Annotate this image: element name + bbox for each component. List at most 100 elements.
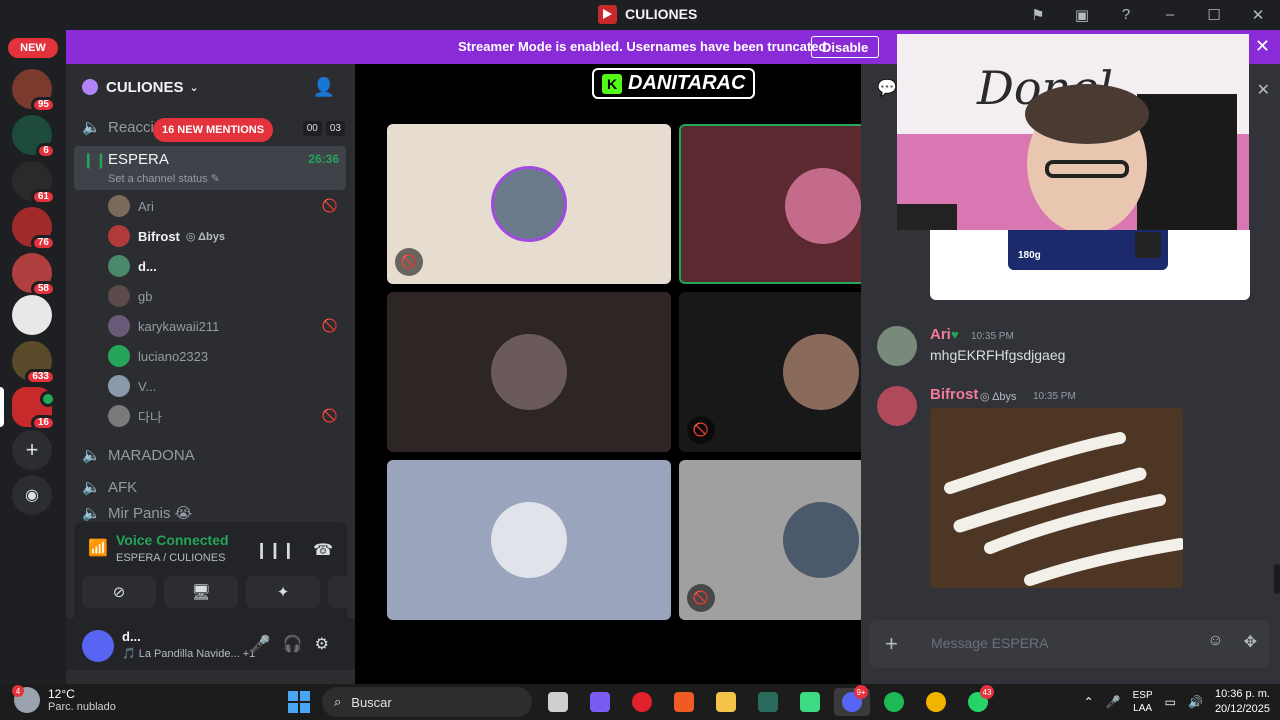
guild-name: CULIONES <box>106 78 184 96</box>
task-view-icon[interactable] <box>540 688 576 716</box>
signal-icon[interactable]: 📶 <box>88 538 108 558</box>
clock[interactable]: 10:36 p. m. 20/12/2025 <box>1215 687 1270 717</box>
noise-suppression-icon[interactable]: ❙❙❙ <box>255 540 295 560</box>
microphone-icon[interactable]: 🎤 <box>1106 695 1121 709</box>
server-icon-3[interactable]: 61 <box>12 161 56 205</box>
headphones-icon[interactable]: 🎧 <box>283 634 303 654</box>
new-badge[interactable]: NEW <box>8 38 58 58</box>
network-icon[interactable]: ▭ <box>1165 695 1176 709</box>
voice-user[interactable]: Ari 🚫 <box>108 193 348 219</box>
message-input[interactable]: Message ESPERA <box>931 635 1049 651</box>
avatar[interactable] <box>877 386 917 426</box>
image-attachment-product[interactable]: 180g <box>930 230 1250 300</box>
voice-user[interactable]: 다나 🚫 <box>108 403 348 429</box>
add-member-icon[interactable]: 👤 <box>313 77 335 98</box>
participant-avatar <box>785 168 861 244</box>
close-chat-icon[interactable]: ✕ <box>1257 80 1270 100</box>
server-icon-7[interactable]: 633 <box>12 341 56 385</box>
streamer-name: DANITARAC <box>628 72 746 94</box>
microphone-icon[interactable]: 🎤 <box>251 634 271 654</box>
participant-avatar <box>783 334 859 410</box>
flag-icon[interactable]: ⚑ <box>1016 0 1060 29</box>
spotify-icon[interactable] <box>876 688 912 716</box>
video-tile[interactable]: 🚫 <box>679 292 861 452</box>
channel-name: ESPERA <box>108 151 169 168</box>
image-attachment[interactable] <box>930 408 1183 588</box>
server-icon-6[interactable] <box>12 295 52 335</box>
avatar[interactable] <box>82 630 114 662</box>
disconnect-icon[interactable]: ☎ <box>313 540 333 560</box>
opera-icon[interactable] <box>624 688 660 716</box>
avatar <box>108 345 130 367</box>
channel-mir-panis[interactable]: 🔈 Mir Panis 😭 <box>74 505 346 521</box>
attach-plus-icon[interactable]: + <box>885 631 898 657</box>
server-icon-1[interactable]: 95 <box>12 69 56 113</box>
weather-widget[interactable]: 4 12°C Parc. nublado <box>12 685 116 713</box>
new-mentions-badge[interactable]: 16 NEW MENTIONS <box>153 118 274 142</box>
m365-icon[interactable] <box>582 688 618 716</box>
screen-share-button[interactable]: 🖥 <box>164 576 238 608</box>
whatsapp-icon[interactable]: 43 <box>960 685 996 716</box>
user-name[interactable]: d... <box>122 629 141 644</box>
server-badge: 61 <box>30 189 56 205</box>
participant-avatar <box>491 502 567 578</box>
voice-status[interactable]: Voice Connected <box>116 532 229 548</box>
avatar[interactable] <box>877 326 917 366</box>
minimize-button[interactable]: – <box>1148 0 1192 29</box>
channel-maradona[interactable]: 🔈 MARADONA <box>74 441 346 469</box>
voice-user[interactable]: V... <box>108 373 348 399</box>
voice-user[interactable]: gb <box>108 283 348 309</box>
message-time: 10:35 PM <box>971 331 1014 342</box>
add-server-button[interactable]: + <box>12 430 52 470</box>
voice-channel-path[interactable]: ESPERA / CULIONES <box>116 552 225 564</box>
windows-start-icon[interactable] <box>288 691 310 713</box>
apps-icon[interactable]: ✥ <box>1244 632 1257 652</box>
voice-user[interactable]: luciano2323 <box>108 343 348 369</box>
brave-icon[interactable] <box>666 688 702 716</box>
channel-status[interactable]: Set a channel status ✎ <box>108 172 220 185</box>
inbox-icon[interactable]: ▣ <box>1060 0 1104 29</box>
video-tile[interactable] <box>387 292 671 452</box>
voice-user[interactable]: karykawaii211 🚫 <box>108 313 348 339</box>
channel-afk[interactable]: 🔈 AFK <box>74 473 346 501</box>
video-tile[interactable] <box>387 460 671 620</box>
file-explorer-icon[interactable] <box>708 688 744 716</box>
discord-icon[interactable]: 9+ <box>834 685 870 716</box>
activities-button[interactable]: ✦ <box>246 576 320 608</box>
video-tile[interactable]: 🚫 <box>679 460 861 620</box>
disable-button[interactable]: Disable <box>811 36 880 58</box>
chevron-up-icon[interactable]: ⌃ <box>1084 695 1094 709</box>
discover-button[interactable]: ◉ <box>12 475 52 515</box>
close-button[interactable]: ✕ <box>1236 0 1280 29</box>
settings-gear-icon[interactable]: ⚙ <box>315 634 329 654</box>
windows-taskbar: 4 12°C Parc. nublado ⌕ Buscar 9+ 43 ⌃ 🎤 … <box>0 684 1280 720</box>
language-indicator[interactable]: ESP LAA <box>1133 689 1153 715</box>
server-icon-5[interactable]: 58 <box>12 253 56 297</box>
server-icon-8[interactable]: 16 <box>12 387 56 431</box>
help-icon[interactable]: ? <box>1104 0 1148 29</box>
camera-toggle-button[interactable]: ⊘ <box>82 576 156 608</box>
weather-condition: Parc. nublado <box>48 701 116 713</box>
banner-close-icon[interactable]: ✕ <box>1255 36 1270 57</box>
message-author[interactable]: Bifrost <box>930 386 978 403</box>
activities-icon: ✦ <box>276 584 290 601</box>
speaker-icon: 🔈 <box>82 505 101 521</box>
taskbar-search[interactable]: ⌕ Buscar <box>322 687 532 717</box>
avatar <box>108 195 130 217</box>
emoji-icon[interactable]: ☺ <box>1207 632 1223 652</box>
server-icon-2[interactable]: 6 <box>12 115 56 159</box>
game-icon[interactable] <box>792 688 828 716</box>
message-author[interactable]: Ari <box>930 326 951 343</box>
app-icon[interactable] <box>750 688 786 716</box>
volume-icon[interactable]: 🔊 <box>1188 695 1203 709</box>
chat-bubble-icon[interactable]: 💬 <box>877 78 897 98</box>
server-icon-4[interactable]: 76 <box>12 207 56 251</box>
voice-user[interactable]: d... <box>108 253 348 279</box>
chrome-icon[interactable] <box>918 688 954 716</box>
voice-user[interactable]: Bifrost ◎ Δbys <box>108 223 348 249</box>
scrollbar[interactable] <box>1274 564 1280 594</box>
video-tile[interactable] <box>679 124 861 284</box>
video-tile[interactable]: 🚫 <box>387 124 671 284</box>
role-badge-icon: ♥ <box>951 327 959 342</box>
maximize-button[interactable]: ☐ <box>1192 0 1236 29</box>
